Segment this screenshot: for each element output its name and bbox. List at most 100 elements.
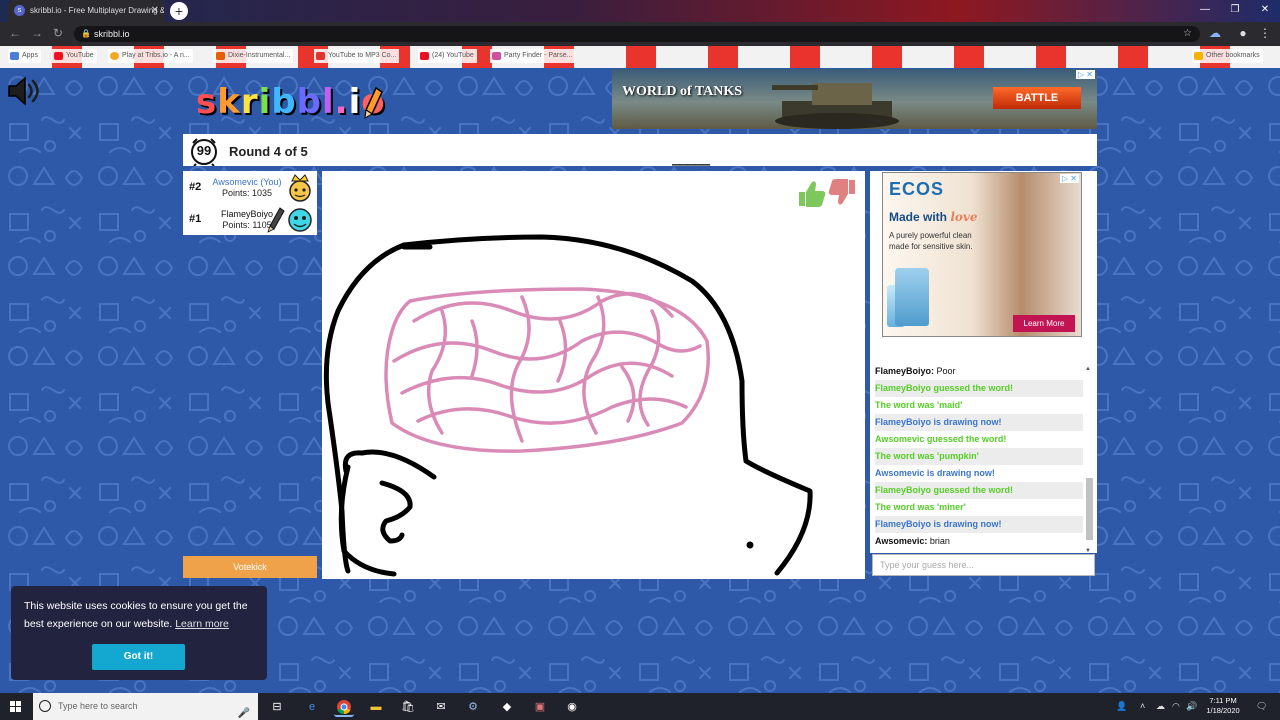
chat-message: Awsomevic: brian <box>875 536 950 546</box>
bookmark-youtube-2[interactable]: (24) YouTube <box>418 49 477 63</box>
search-icon <box>39 700 51 712</box>
address-bar[interactable]: 🔒 skribbl.io ☆ <box>74 26 1200 42</box>
chat-message: The word was 'miner' <box>875 502 966 512</box>
extension-cloud-icon[interactable]: ☁ <box>1208 26 1222 40</box>
maximize-icon[interactable]: ❐ <box>1220 0 1250 22</box>
bookmark-yt-mp3[interactable]: YouTube to MP3 Co... <box>314 49 400 63</box>
thumbs-down-icon[interactable] <box>828 179 855 205</box>
chat-box: FlameyBoiyo: Poor FlameyBoiyo guessed th… <box>870 361 1097 553</box>
detergent-bottle-image <box>895 268 929 326</box>
chat-message: FlameyBoiyo: Poor <box>875 366 956 376</box>
cookie-text: This website uses cookies to ensure you … <box>24 600 248 630</box>
ecos-headline: Made with love <box>889 210 978 224</box>
chat-message: The word was 'pumpkin' <box>875 448 1083 465</box>
timer-value: 99 <box>196 143 212 158</box>
url-text: skribbl.io <box>94 29 130 39</box>
timer-clock-icon: 99 <box>186 136 222 167</box>
forward-icon[interactable]: → <box>30 26 44 40</box>
back-icon[interactable]: ← <box>8 26 22 40</box>
file-explorer-icon[interactable]: ▬ <box>366 697 386 717</box>
scroll-up-icon[interactable]: ▲ <box>1085 366 1091 372</box>
bookmark-youtube[interactable]: YouTube <box>52 49 97 63</box>
close-tab-icon[interactable]: ✕ <box>151 0 159 22</box>
guess-input[interactable] <box>872 554 1095 576</box>
adchoices-icon[interactable]: ▷ ✕ <box>1059 174 1079 183</box>
bookmark-apps[interactable]: Apps <box>8 49 41 63</box>
edge-icon[interactable]: e <box>302 697 322 717</box>
chat-message: FlameyBoiyo guessed the word! <box>875 380 1083 397</box>
chat-message: FlameyBoiyo is drawing now! <box>875 414 1083 431</box>
microphone-icon[interactable]: 🎤 <box>238 700 250 720</box>
avatar-icon <box>288 208 312 232</box>
battle-button[interactable]: BATTLE <box>993 87 1081 109</box>
top-banner-ad[interactable]: WORLD of TANKS BATTLE ▷ ✕ <box>612 69 1097 129</box>
profile-avatar-icon[interactable]: ● <box>1236 26 1250 40</box>
tab-title: skribbl.io - Free Multiplayer Drawing & … <box>30 6 164 15</box>
minimize-icon[interactable]: — <box>1190 0 1220 22</box>
steam-icon[interactable]: ⚙ <box>463 697 483 717</box>
player-rank: #1 <box>189 213 202 225</box>
cookie-accept-button[interactable]: Got it! <box>92 644 185 670</box>
chat-message: Awsomevic guessed the word! <box>875 434 1007 444</box>
player-rank: #2 <box>189 181 202 193</box>
ecos-ad[interactable]: ECOS Made with love A purely powerful cl… <box>882 172 1082 337</box>
new-tab-button[interactable]: + <box>170 2 188 20</box>
windows-start-icon[interactable] <box>0 693 32 720</box>
ecos-logo: ECOS <box>889 179 945 199</box>
bookmark-other[interactable]: Other bookmarks <box>1192 49 1263 63</box>
drawing-pencil-icon <box>267 207 285 233</box>
notifications-icon[interactable]: 🗨 <box>1256 701 1267 712</box>
volume-icon[interactable]: 🔊 <box>1186 701 1197 712</box>
obs-icon[interactable]: ◉ <box>562 697 582 717</box>
taskbar-clock[interactable]: 7:11 PM 1/18/2020 <box>1198 696 1248 716</box>
learn-more-button[interactable]: Learn More <box>1013 315 1075 332</box>
skribbl-logo: skribbl.io <box>196 82 385 122</box>
chat-message: FlameyBoiyo guessed the word! <box>875 482 1083 499</box>
store-icon[interactable]: 🛍 <box>398 697 418 717</box>
tank-image <box>772 83 899 129</box>
wifi-icon[interactable]: ◠ <box>1172 701 1180 712</box>
logo-pencil-icon <box>364 86 383 119</box>
bookmark-star-icon[interactable]: ☆ <box>1183 26 1192 42</box>
chat-scrollbar[interactable]: ▲ ▼ <box>1085 366 1094 554</box>
mail-icon[interactable]: ✉ <box>431 697 451 717</box>
ecos-subline: A purely powerful clean made for sensiti… <box>889 231 973 251</box>
cookie-banner: This website uses cookies to ensure you … <box>11 586 267 680</box>
scroll-thumb[interactable] <box>1086 478 1093 540</box>
task-view-icon[interactable]: ⊟ <box>267 697 287 717</box>
menu-kebab-icon[interactable]: ⋮ <box>1258 26 1272 40</box>
reload-icon[interactable]: ↻ <box>51 26 65 40</box>
drawing-canvas[interactable] <box>322 171 865 579</box>
taskbar-search[interactable]: Type here to search 🎤 <box>33 693 258 720</box>
player-card[interactable]: #2 Awsomevic (You) Points: 1035 <box>183 171 317 203</box>
thumbs-up-icon[interactable] <box>799 181 826 207</box>
drawing-strokes <box>323 234 813 577</box>
clock-date: 1/18/2020 <box>1206 706 1240 715</box>
game-app-icon[interactable]: ▣ <box>530 697 550 717</box>
chat-message: The word was 'maid' <box>875 400 963 410</box>
votekick-button[interactable]: Votekick <box>183 556 317 578</box>
sound-speaker-icon[interactable] <box>6 74 40 108</box>
player-name: Awsomevic (You) <box>212 177 282 187</box>
chat-message: Awsomevic is drawing now! <box>875 468 995 478</box>
window-close-icon[interactable]: ✕ <box>1250 0 1280 22</box>
search-placeholder: Type here to search <box>58 701 138 711</box>
people-icon[interactable]: 👤 <box>1116 701 1127 712</box>
word-hint: _____ <box>672 150 710 166</box>
round-label: Round 4 of 5 <box>229 144 308 159</box>
app-icon[interactable]: ◆ <box>497 697 517 717</box>
learn-more-link[interactable]: Learn more <box>175 618 229 630</box>
bookmark-party-finder[interactable]: Party Finder - Parse... <box>490 49 576 63</box>
onedrive-icon[interactable]: ☁ <box>1156 701 1165 712</box>
browser-tab[interactable]: s skribbl.io - Free Multiplayer Drawing … <box>8 0 164 22</box>
avatar-crown-icon <box>289 174 311 202</box>
browser-titlebar <box>0 0 1280 22</box>
bookmark-dixie[interactable]: Dixie-Instrumental... <box>214 49 294 63</box>
player-points: Points: 1035 <box>221 188 273 198</box>
bookmark-tribs[interactable]: Play at Tribs.io - A n... <box>108 49 193 63</box>
tray-chevron-icon[interactable]: ˄ <box>1140 701 1145 711</box>
adchoices-icon[interactable]: ▷ ✕ <box>1075 70 1095 79</box>
player-card[interactable]: #1 FlameyBoiyo Points: 1105 <box>183 203 317 235</box>
chrome-icon[interactable] <box>334 697 354 717</box>
clock-time: 7:11 PM <box>1209 696 1237 705</box>
